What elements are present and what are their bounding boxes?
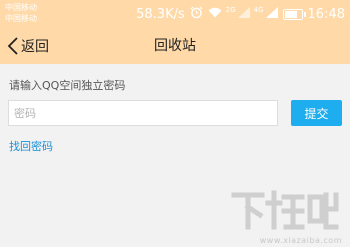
password-form: 请输入QQ空间独立密码 提交 找回密码 www.xiazaiba.com [0, 64, 350, 247]
password-prompt: 请输入QQ空间独立密码 [9, 79, 126, 92]
carrier-1: 中国移动 [5, 3, 37, 12]
submit-button[interactable]: 提交 [291, 100, 342, 126]
title-bar: 返回 回收站 [0, 28, 350, 64]
watermark: www.xiazaiba.com [224, 185, 344, 245]
wifi-icon [208, 7, 222, 22]
alarm-icon [190, 6, 203, 23]
status-bar: 中国移动 中国移动 58.3K/s 2G 4G 16:48 [0, 0, 350, 28]
battery-level [284, 10, 298, 18]
signal-icon [265, 6, 278, 22]
battery-icon [282, 8, 306, 20]
recover-password-link[interactable]: 找回密码 [9, 138, 53, 154]
carrier-2: 中国移动 [5, 14, 37, 23]
watermark-url: www.xiazaiba.com [259, 236, 342, 245]
status-indicators: 58.3K/s 2G 4G 16:48 [131, 5, 345, 23]
password-input[interactable] [8, 100, 278, 126]
page-title: 回收站 [154, 38, 196, 54]
clock: 16:48 [307, 6, 345, 22]
network-speed: 58.3K/s [136, 6, 185, 22]
watermark-logo [231, 190, 339, 230]
signal-icon [237, 6, 250, 22]
signal-2-label: 4G [253, 6, 264, 14]
carrier-info: 中国移动 中国移动 [5, 2, 37, 24]
signal-1-label: 2G [225, 6, 236, 14]
